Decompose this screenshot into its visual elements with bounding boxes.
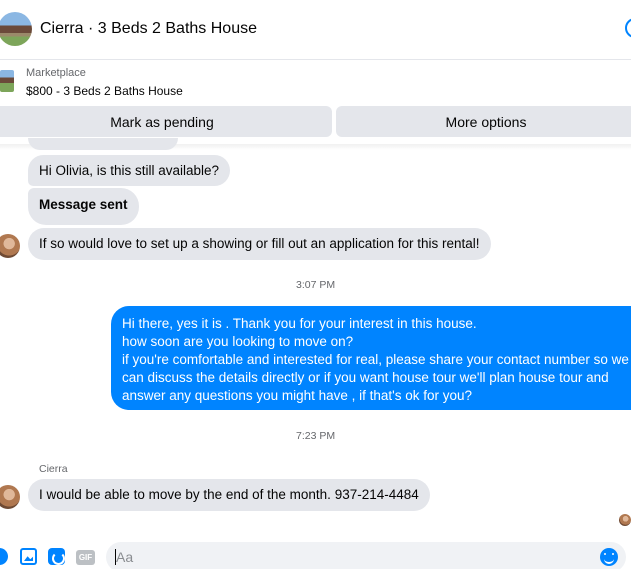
message-line: how soon are you looking to move on? — [122, 334, 354, 349]
listing-avatar[interactable] — [0, 12, 32, 46]
message-bubble-incoming[interactable]: Message sent — [28, 188, 139, 225]
listing-thumbnail[interactable] — [0, 70, 14, 92]
message-bubble-incoming[interactable]: I would be able to move by the end of th… — [28, 479, 430, 511]
sticker-icon[interactable] — [48, 548, 65, 565]
message-timestamp: 3:07 PM — [296, 279, 336, 291]
previous-message-bubble — [28, 138, 178, 150]
text-cursor — [115, 549, 116, 565]
emoji-icon[interactable] — [600, 548, 618, 566]
mark-as-pending-button[interactable]: Mark as pending — [0, 106, 332, 137]
sender-name: Cierra — [39, 463, 68, 475]
message-line: can discuss the details directly or if y… — [122, 370, 609, 385]
plus-circle-icon[interactable] — [0, 548, 8, 565]
message-bubble-incoming[interactable]: Hi Olivia, is this still available? — [28, 155, 231, 186]
marketplace-label: Marketplace — [26, 67, 86, 79]
contact-avatar[interactable] — [0, 485, 20, 509]
contact-avatar[interactable] — [0, 234, 20, 258]
message-line: Hi there, yes it is . Thank you for your… — [122, 316, 477, 331]
gif-icon[interactable]: GIF — [76, 550, 95, 565]
message-line: if you're comfortable and interested for… — [122, 352, 629, 367]
message-bubble-incoming[interactable]: If so would love to set up a showing or … — [28, 228, 491, 260]
message-bubble-outgoing[interactable]: Hi there, yes it is . Thank you for your… — [111, 306, 631, 410]
message-timestamp: 7:23 PM — [296, 430, 336, 442]
listing-title[interactable]: $800 - 3 Beds 2 Baths House — [26, 84, 183, 98]
messenger-chat-window: Cierra · 3 Beds 2 Baths House Marketplac… — [0, 0, 631, 569]
message-input[interactable] — [106, 542, 626, 569]
more-options-button[interactable]: More options — [336, 106, 631, 137]
chat-title[interactable]: Cierra · 3 Beds 2 Baths House — [40, 20, 257, 38]
read-receipt-avatar — [619, 514, 631, 526]
message-line: answer any questions you might have , if… — [122, 388, 473, 403]
photo-icon[interactable] — [20, 548, 37, 565]
header-action-icon[interactable] — [625, 18, 631, 38]
chat-header: Cierra · 3 Beds 2 Baths House — [0, 0, 631, 60]
